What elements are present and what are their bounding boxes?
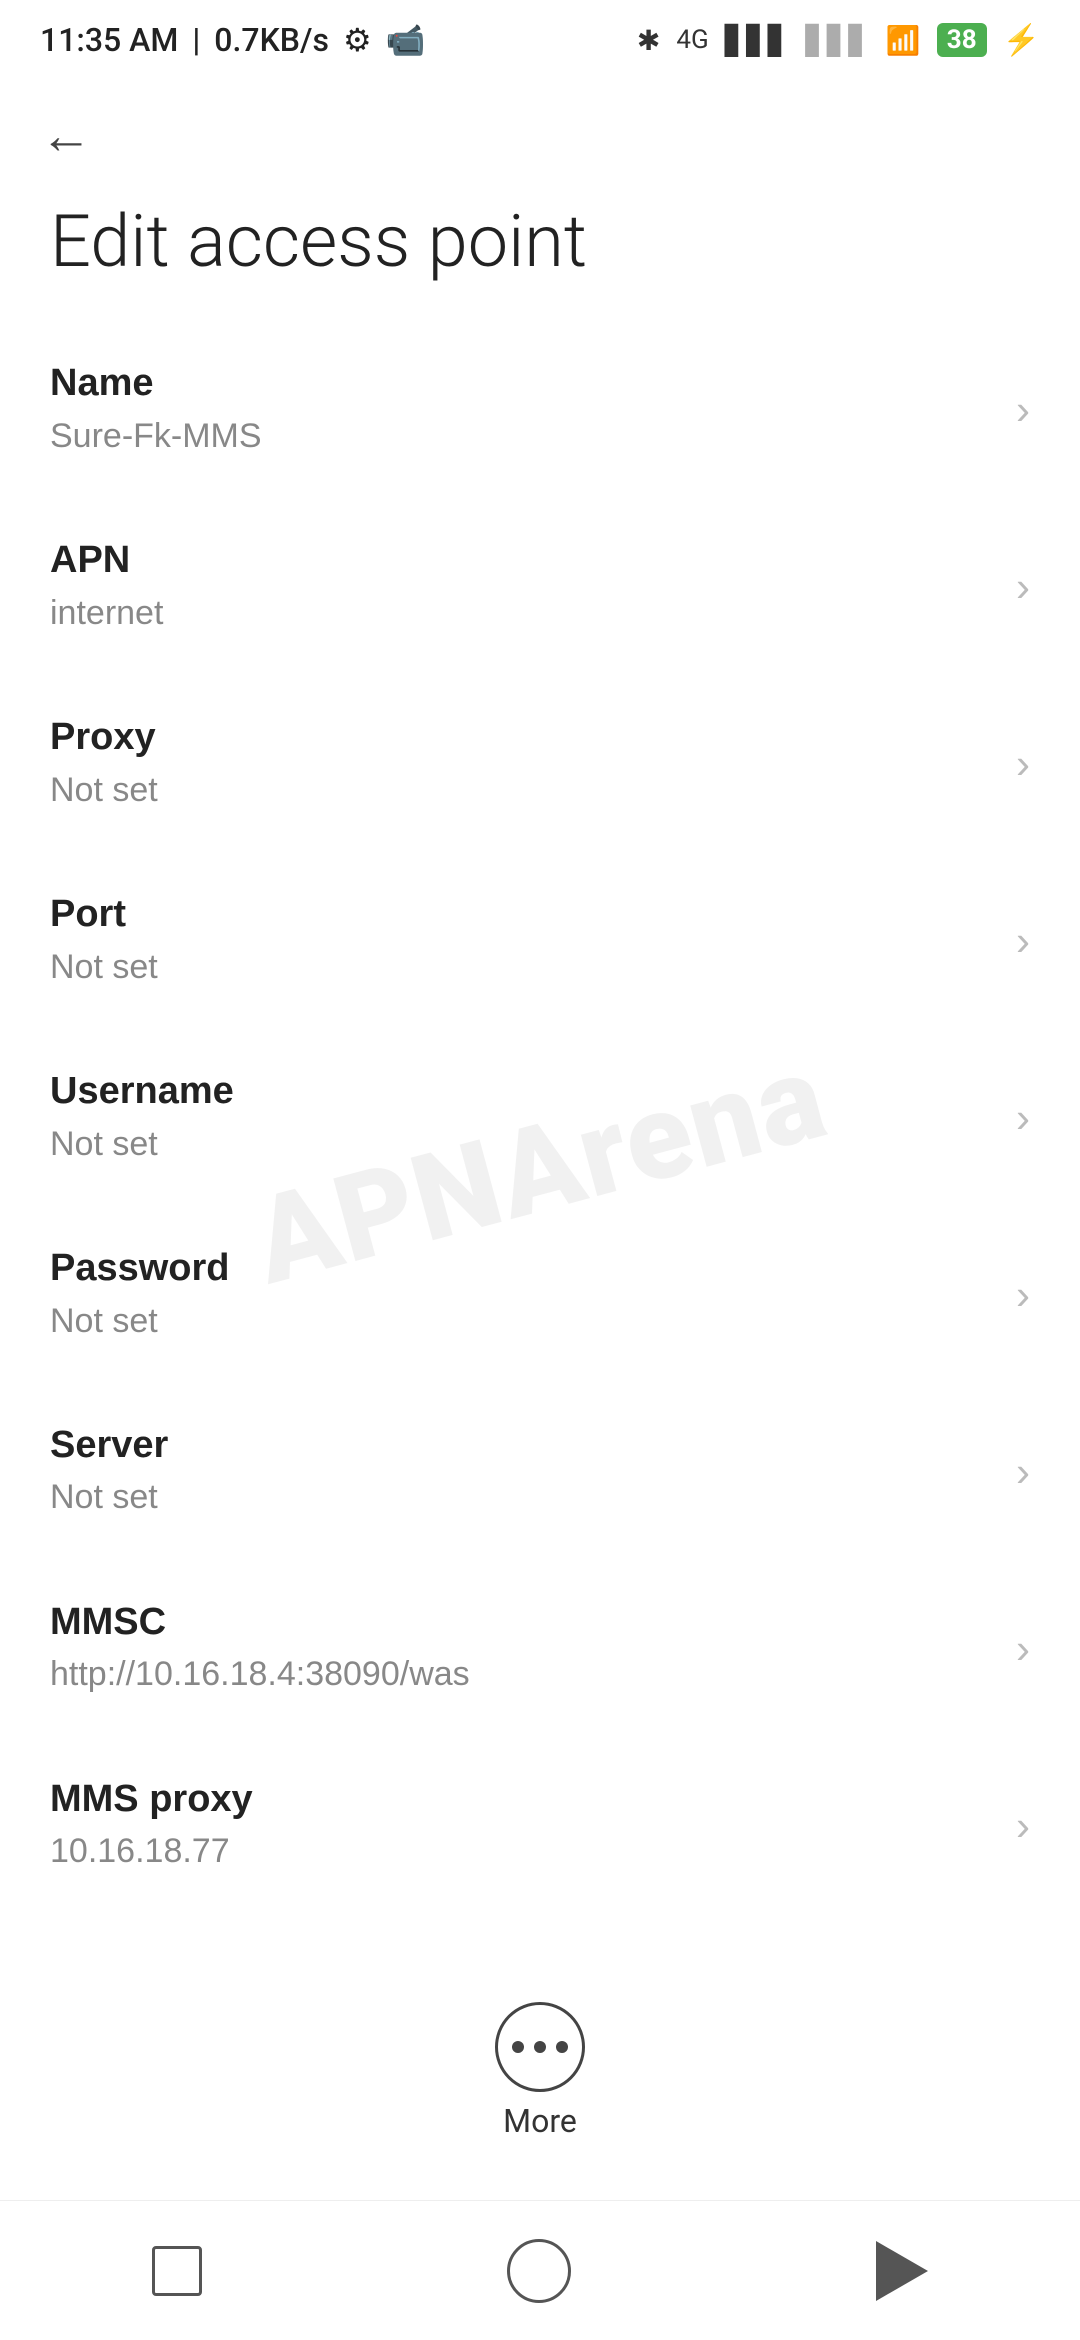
settings-list: Name Sure-Fk-MMS › APN internet › Proxy … [0, 321, 1080, 1914]
field-password-value: Not set [50, 1298, 230, 1346]
field-apn-value: internet [50, 590, 163, 638]
nav-home-button[interactable] [507, 2239, 571, 2303]
chevron-right-icon: › [1016, 1448, 1030, 1496]
bluetooth-icon: ✱ [637, 24, 660, 57]
chevron-right-icon: › [1016, 386, 1030, 434]
recent-apps-icon [152, 2246, 202, 2296]
field-server[interactable]: Server Not set › [0, 1383, 1080, 1560]
chevron-right-icon: › [1016, 740, 1030, 788]
field-server-value: Not set [50, 1474, 168, 1522]
field-name-value: Sure-Fk-MMS [50, 413, 262, 461]
field-proxy-label: Proxy [50, 713, 158, 762]
speed-indicator: | [192, 21, 200, 59]
status-right: ✱ 4G ▋▋▋ ▋▋▋ 📶 38 ⚡ [637, 23, 1040, 58]
field-name-label: Name [50, 359, 262, 408]
field-mmsc[interactable]: MMSC http://10.16.18.4:38090/was › [0, 1560, 1080, 1737]
dot-3 [556, 2041, 568, 2053]
field-mms-proxy-value: 10.16.18.77 [50, 1828, 253, 1876]
bottom-navigation [0, 2200, 1080, 2340]
more-button[interactable]: More [495, 2002, 585, 2140]
back-button[interactable]: ← [40, 110, 92, 162]
field-password-label: Password [50, 1244, 230, 1293]
time: 11:35 AM [40, 21, 178, 59]
field-port[interactable]: Port Not set › [0, 852, 1080, 1029]
chevron-right-icon: › [1016, 563, 1030, 611]
field-username-label: Username [50, 1067, 234, 1116]
field-apn[interactable]: APN internet › [0, 498, 1080, 675]
signal2-icon: ▋▋▋ [805, 24, 870, 57]
nav-recent-apps-button[interactable] [152, 2246, 202, 2296]
network-4g-icon: 4G [676, 25, 708, 55]
chevron-right-icon: › [1016, 1271, 1030, 1319]
field-apn-label: APN [50, 536, 163, 585]
battery-indicator: 38 [937, 23, 987, 57]
field-proxy-value: Not set [50, 767, 158, 815]
wifi-icon: 📶 [886, 24, 921, 57]
field-mmsc-label: MMSC [50, 1598, 470, 1647]
charging-icon: ⚡ [1003, 23, 1040, 58]
field-mms-proxy[interactable]: MMS proxy 10.16.18.77 › [0, 1737, 1080, 1914]
field-mms-proxy-label: MMS proxy [50, 1775, 253, 1824]
back-bar: ← [0, 80, 1080, 172]
settings-icon: ⚙ [343, 21, 372, 59]
home-icon [507, 2239, 571, 2303]
back-icon [876, 2241, 928, 2301]
field-port-value: Not set [50, 944, 158, 992]
field-mmsc-value: http://10.16.18.4:38090/was [50, 1651, 470, 1699]
field-proxy[interactable]: Proxy Not set › [0, 675, 1080, 852]
field-username[interactable]: Username Not set › [0, 1029, 1080, 1206]
page-title: Edit access point [0, 172, 1080, 321]
dot-2 [534, 2041, 546, 2053]
field-name[interactable]: Name Sure-Fk-MMS › [0, 321, 1080, 498]
chevron-right-icon: › [1016, 1802, 1030, 1850]
field-port-label: Port [50, 890, 158, 939]
chevron-right-icon: › [1016, 1094, 1030, 1142]
more-label: More [503, 2102, 577, 2140]
dot-1 [512, 2041, 524, 2053]
network-speed: 0.7KB/s [214, 21, 329, 59]
field-server-label: Server [50, 1421, 168, 1470]
signal-icon: ▋▋▋ [725, 24, 790, 57]
field-password[interactable]: Password Not set › [0, 1206, 1080, 1383]
video-icon: 📹 [386, 21, 426, 59]
status-bar: 11:35 AM | 0.7KB/s ⚙ 📹 ✱ 4G ▋▋▋ ▋▋▋ 📶 38… [0, 0, 1080, 80]
status-left: 11:35 AM | 0.7KB/s ⚙ 📹 [40, 21, 425, 59]
nav-back-button[interactable] [876, 2241, 928, 2301]
chevron-right-icon: › [1016, 1625, 1030, 1673]
field-username-value: Not set [50, 1121, 234, 1169]
chevron-right-icon: › [1016, 917, 1030, 965]
